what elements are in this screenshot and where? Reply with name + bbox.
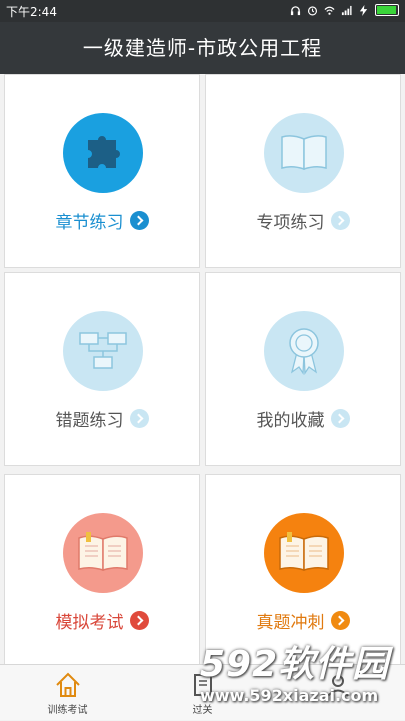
- card-label: 模拟考试: [55, 613, 124, 633]
- chevron-right-icon: [330, 611, 350, 630]
- page-title: 一级建造师-市政公用工程: [82, 36, 323, 60]
- book-open-icon: [264, 113, 344, 193]
- status-icons: [290, 4, 399, 16]
- status-time: 下午2:44: [6, 5, 57, 19]
- open-book-icon: [264, 513, 344, 593]
- chevron-right-icon: [129, 409, 149, 428]
- feature-grid: 章节练习 专项练习 错题练习 我的收藏 模拟考试 真题冲刺: [0, 74, 405, 668]
- card-chapter-practice[interactable]: 章节练习: [4, 74, 200, 268]
- card-special-practice[interactable]: 专项练习: [205, 74, 401, 268]
- chevron-right-icon: [129, 611, 149, 630]
- signal-icon: [341, 5, 352, 15]
- status-bar: 下午2:44: [0, 0, 405, 22]
- battery-icon: [375, 4, 399, 16]
- open-book-icon: [63, 513, 143, 593]
- watermark-brand: 592软件园: [200, 644, 390, 685]
- card-wrong-practice[interactable]: 错题练习: [4, 272, 200, 466]
- tab-label: 训练考试: [47, 705, 88, 716]
- charging-icon: [359, 4, 368, 16]
- card-label: 章节练习: [55, 213, 124, 233]
- wifi-icon: [324, 6, 335, 15]
- alarm-icon: [307, 5, 318, 15]
- chevron-right-icon: [330, 211, 350, 230]
- card-label: 专项练习: [256, 213, 325, 233]
- tab-training-exam[interactable]: 训练考试: [0, 665, 135, 721]
- card-past-papers[interactable]: 真题冲刺: [205, 474, 401, 668]
- card-label: 真题冲刺: [256, 613, 325, 633]
- flowchart-icon: [63, 311, 143, 391]
- card-label: 我的收藏: [256, 411, 325, 431]
- chevron-right-icon: [129, 211, 149, 230]
- header: 一级建造师-市政公用工程: [0, 22, 405, 74]
- chevron-right-icon: [330, 409, 350, 428]
- watermark-url: www.592xiazai.com: [200, 686, 379, 705]
- card-label: 错题练习: [55, 411, 124, 431]
- home-icon: [55, 672, 80, 697]
- headphones-icon: [290, 5, 301, 15]
- puzzle-icon: [63, 113, 143, 193]
- watermark: 592软件园 www.592xiazai.com: [200, 645, 405, 720]
- award-ribbon-icon: [264, 311, 344, 391]
- card-my-favorites[interactable]: 我的收藏: [205, 272, 401, 466]
- card-mock-exam[interactable]: 模拟考试: [4, 474, 200, 668]
